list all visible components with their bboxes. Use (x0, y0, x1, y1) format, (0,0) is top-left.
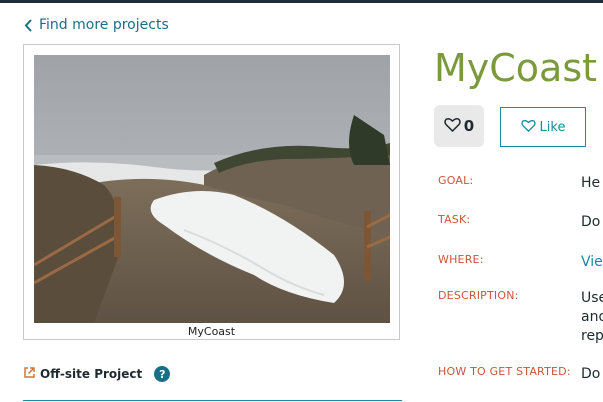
heart-icon (444, 117, 461, 136)
how-to-get-started-label: HOW TO GET STARTED: (438, 365, 571, 378)
section-divider (23, 400, 402, 401)
favorites-count: 0 (463, 117, 475, 135)
how-to-get-started-value: Do (581, 366, 601, 382)
like-button[interactable]: Like (500, 107, 586, 147)
heart-icon (520, 119, 536, 136)
project-photo[interactable] (34, 55, 390, 323)
goal-label: GOAL: (438, 174, 474, 187)
project-title: MyCoast (434, 46, 598, 90)
description-line: Use (581, 290, 603, 306)
description-line: rep (581, 328, 603, 344)
where-label: WHERE: (438, 253, 484, 266)
find-more-projects-link[interactable]: Find more projects (24, 17, 169, 33)
goal-value: He (581, 175, 601, 191)
task-value: Do (581, 214, 601, 230)
help-icon[interactable]: ? (154, 366, 171, 382)
project-image-frame: MyCoast (23, 44, 400, 340)
like-label: Like (539, 119, 566, 135)
favorites-counter[interactable]: 0 (434, 105, 484, 147)
description-label: DESCRIPTION: (438, 289, 519, 302)
where-link[interactable]: Vie (581, 254, 603, 270)
image-caption: MyCoast (187, 325, 236, 338)
top-bar (0, 0, 603, 3)
offsite-project-indicator: Off-site Project ? (23, 366, 171, 382)
external-link-icon (23, 366, 36, 382)
offsite-project-label: Off-site Project (40, 367, 143, 381)
task-label: TASK: (438, 213, 471, 226)
back-link-label: Find more projects (39, 17, 169, 33)
chevron-left-icon (24, 18, 33, 32)
description-line: and (581, 309, 603, 325)
